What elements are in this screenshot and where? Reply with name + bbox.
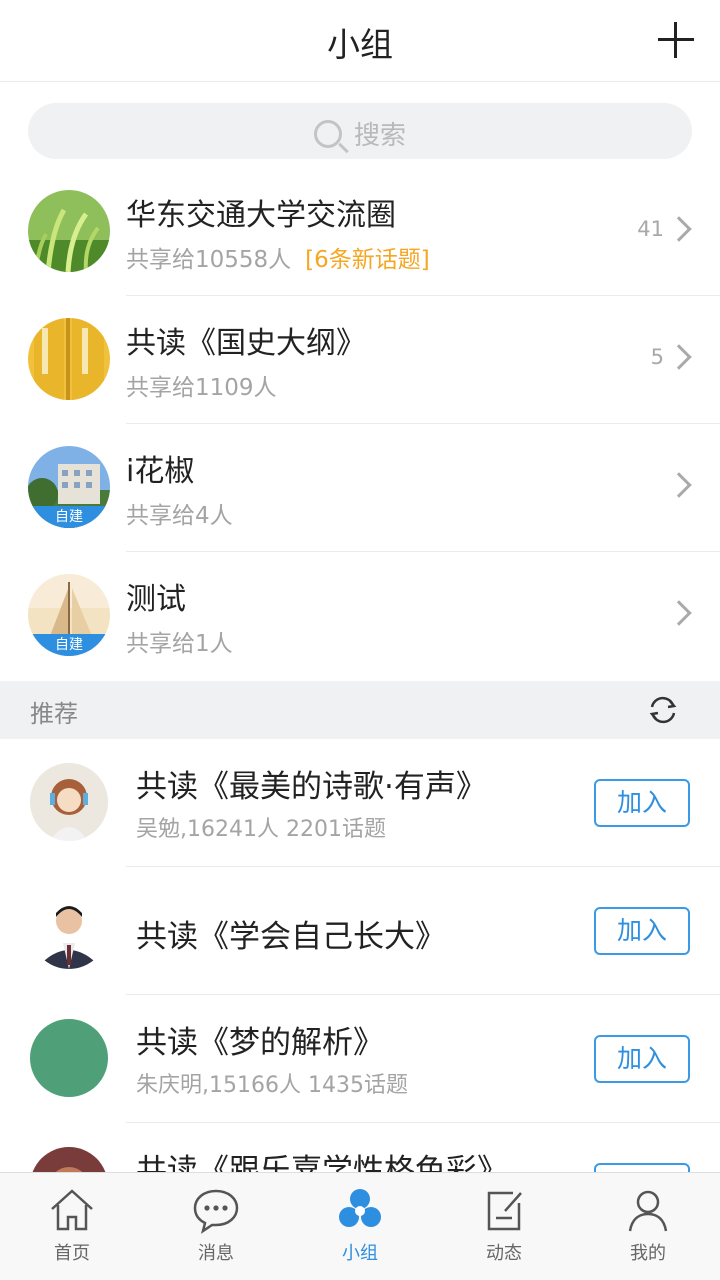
join-button[interactable]: 加入 — [594, 1035, 690, 1083]
recommend-meta: 吴勉,16241人 2201话题 — [136, 817, 386, 842]
search-input[interactable]: 搜索 — [28, 103, 692, 159]
recommend-avatar — [30, 763, 108, 841]
recommend-name: 共读《最美的诗歌·有声》 — [136, 769, 487, 805]
unread-count: 5 — [650, 345, 664, 369]
new-topics-badge: [6条新话题] — [305, 247, 430, 273]
search-icon — [313, 120, 342, 148]
chevron-right-icon — [666, 472, 692, 498]
chevron-right-icon — [666, 344, 692, 370]
recommend-row[interactable]: 共读《学会自己长大》 加入 — [0, 867, 720, 995]
group-row[interactable]: 共读《国史大纲》 共享给1109人 5 — [0, 296, 720, 424]
tab-label: 小组 — [342, 1243, 378, 1264]
group-name: 测试 — [126, 582, 186, 617]
join-button[interactable]: 加入 — [594, 779, 690, 827]
group-shared-count: 共享给1人 — [126, 631, 233, 657]
group-avatar — [28, 190, 110, 272]
refresh-icon[interactable] — [646, 693, 680, 727]
group-shared-count: 共享给4人 — [126, 503, 233, 529]
recommend-name: 共读《学会自己长大》 — [136, 919, 446, 955]
profile-icon — [628, 1190, 668, 1232]
unread-count: 41 — [637, 217, 664, 241]
message-icon — [193, 1189, 239, 1234]
tab-feed[interactable]: 动态 — [432, 1173, 576, 1280]
top-bar: 小组 — [0, 0, 720, 82]
recommend-row[interactable]: 共读《最美的诗歌·有声》 吴勉,16241人 2201话题 加入 — [0, 739, 720, 867]
group-row[interactable]: 自建 测试 共享给1人 — [0, 552, 720, 680]
chevron-right-icon — [666, 216, 692, 242]
search-placeholder: 搜索 — [353, 121, 406, 151]
group-avatar: 自建 — [28, 446, 110, 528]
group-icon — [339, 1189, 381, 1227]
recommend-title: 推荐 — [30, 700, 78, 728]
feed-icon — [487, 1191, 522, 1231]
tab-label: 消息 — [198, 1243, 234, 1264]
add-group-button[interactable] — [658, 22, 694, 58]
group-name: 华东交通大学交流圈 — [126, 198, 396, 233]
tab-label: 我的 — [630, 1243, 666, 1264]
tab-profile[interactable]: 我的 — [576, 1173, 720, 1280]
recommend-row[interactable]: 共读《梦的解析》 朱庆明,15166人 1435话题 加入 — [0, 995, 720, 1123]
self-built-badge: 自建 — [28, 634, 110, 656]
group-name: 共读《国史大纲》 — [126, 326, 366, 361]
tab-group[interactable]: 小组 — [288, 1173, 432, 1280]
bottom-tab-bar: 首页 消息 小组 动态 我的 — [0, 1172, 720, 1280]
group-name: i花椒 — [126, 454, 195, 489]
group-row[interactable]: 华东交通大学交流圈 共享给10558人 [6条新话题] 41 — [0, 168, 720, 296]
recommend-header: 推荐 — [0, 681, 720, 739]
group-row[interactable]: 自建 i花椒 共享给4人 — [0, 424, 720, 552]
tab-home[interactable]: 首页 — [0, 1173, 144, 1280]
recommend-avatar — [30, 1019, 108, 1097]
home-icon — [51, 1189, 93, 1231]
chevron-right-icon — [666, 600, 692, 626]
group-shared-count: 共享给10558人 — [126, 247, 292, 273]
tab-label: 动态 — [486, 1243, 522, 1264]
recommend-avatar — [30, 891, 108, 969]
group-avatar — [28, 318, 110, 400]
page-title: 小组 — [327, 25, 393, 64]
group-avatar: 自建 — [28, 574, 110, 656]
join-button[interactable]: 加入 — [594, 907, 690, 955]
search-section: 搜索 — [0, 83, 720, 179]
self-built-badge: 自建 — [28, 506, 110, 528]
tab-label: 首页 — [54, 1243, 90, 1264]
tab-messages[interactable]: 消息 — [144, 1173, 288, 1280]
recommend-name: 共读《梦的解析》 — [136, 1025, 384, 1061]
recommend-meta: 朱庆明,15166人 1435话题 — [136, 1073, 408, 1098]
group-shared-count: 共享给1109人 — [126, 375, 277, 401]
